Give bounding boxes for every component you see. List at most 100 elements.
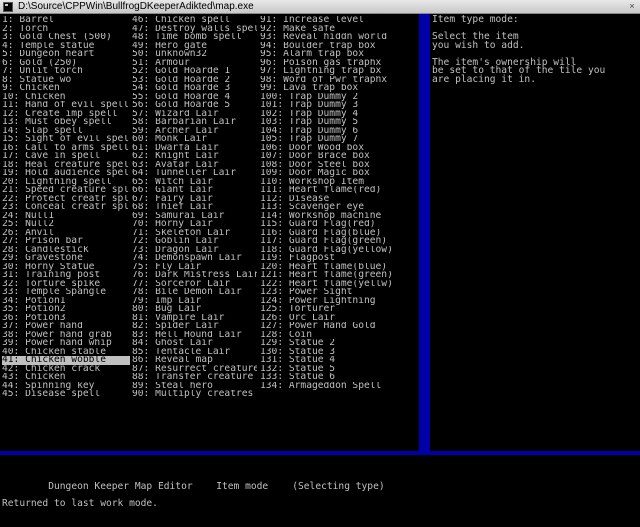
- item-type-option[interactable]: 5: Dungeon heart: [2, 50, 130, 59]
- item-type-option[interactable]: 50: unknown32: [132, 50, 257, 59]
- item-type-option[interactable]: 124: Power Lightning: [260, 297, 420, 306]
- item-type-option[interactable]: 59: Archer Lair: [132, 127, 257, 136]
- item-type-option[interactable]: 92: Make safe: [260, 25, 420, 34]
- item-type-option[interactable]: 17: Cave in spell: [2, 152, 130, 161]
- item-type-option[interactable]: 27: Prison bar: [2, 237, 130, 246]
- item-type-option[interactable]: 13: Must obey spell: [2, 118, 130, 127]
- item-type-option[interactable]: 79: Imp Lair: [132, 297, 257, 306]
- item-type-option[interactable]: 85: Tentacle Lair: [132, 348, 257, 357]
- item-type-option[interactable]: 109: Door Magic box: [260, 169, 420, 178]
- item-type-option[interactable]: 126: Orc Lair: [260, 314, 420, 323]
- item-type-option[interactable]: 102: Trap Dummy 4: [260, 110, 420, 119]
- item-type-option[interactable]: 32: Torture spike: [2, 280, 130, 289]
- item-type-option[interactable]: 91: Increase level: [260, 16, 420, 25]
- item-type-option[interactable]: 133: Statue 6: [260, 373, 420, 382]
- item-type-option[interactable]: 119: Flagpost: [260, 254, 420, 263]
- item-type-option[interactable]: 117: Guard Flag(green): [260, 237, 420, 246]
- item-type-option[interactable]: 23: Conceal creatr spl: [2, 203, 130, 212]
- item-type-option[interactable]: 74: Demonspawn Lair: [132, 254, 257, 263]
- item-type-option[interactable]: 99: Lava trap box: [260, 84, 420, 93]
- item-type-option[interactable]: 66: Giant Lair: [132, 186, 257, 195]
- item-type-option[interactable]: 18: Heal creature spel: [2, 161, 130, 170]
- item-type-option[interactable]: 118: Guard Flag(yellow): [260, 246, 420, 255]
- item-type-option[interactable]: 89: Steal hero: [132, 382, 257, 391]
- item-type-option[interactable]: 111: Heart flame(red): [260, 186, 420, 195]
- item-type-option[interactable]: 43: Chicken: [2, 373, 130, 382]
- item-type-option[interactable]: 52: Gold Hoarde 1: [132, 67, 257, 76]
- item-type-option[interactable]: 7: Unlit torch: [2, 67, 130, 76]
- item-type-option[interactable]: 116: Guard Flag(blue): [260, 229, 420, 238]
- item-type-option[interactable]: 100: Trap Dummy 2: [260, 93, 420, 102]
- item-type-option[interactable]: 19: Hold audience spel: [2, 169, 130, 178]
- item-type-option[interactable]: 51: Armour: [132, 59, 257, 68]
- item-type-option[interactable]: 108: Door Steel box: [260, 161, 420, 170]
- item-type-option[interactable]: 65: Witch Lair: [132, 178, 257, 187]
- item-type-option[interactable]: 131: Statue 4: [260, 356, 420, 365]
- item-type-option[interactable]: 39: Power hand whip: [2, 339, 130, 348]
- item-type-option[interactable]: 42: Chicken crack: [2, 365, 130, 374]
- title-bar[interactable]: D:\Source\CPPWin\BullfrogDKeeperAdikted\…: [0, 0, 640, 14]
- item-type-option[interactable]: 69: Samurai Lair: [132, 212, 257, 221]
- item-type-option[interactable]: 76: Dark Mistress Lair: [132, 271, 257, 280]
- item-type-option[interactable]: 128: Coin: [260, 331, 420, 340]
- item-type-option[interactable]: 78: Bile Demon Lair: [132, 288, 257, 297]
- item-type-option[interactable]: 49: Hero gate: [132, 42, 257, 51]
- item-type-option[interactable]: 68: Thief Lair: [132, 203, 257, 212]
- item-type-option[interactable]: 11: Hand of evil spell: [2, 101, 130, 110]
- item-type-option[interactable]: 101: Trap Dummy 3: [260, 101, 420, 110]
- item-type-option[interactable]: 21: Speed creature spl: [2, 186, 130, 195]
- item-type-option[interactable]: 72: Goblin Lair: [132, 237, 257, 246]
- item-type-option[interactable]: 113: Scavenger eye: [260, 203, 420, 212]
- close-icon[interactable]: ×: [626, 1, 638, 12]
- item-type-option[interactable]: 81: Vampire Lair: [132, 314, 257, 323]
- item-type-option[interactable]: 115: Guard Flag(red): [260, 220, 420, 229]
- item-type-option[interactable]: 46: Chicken spell: [132, 16, 257, 25]
- item-type-option[interactable]: 77: Sorceror Lair: [132, 280, 257, 289]
- item-type-option[interactable]: 36: Potion3: [2, 314, 130, 323]
- item-type-option[interactable]: 30: Horny Statue: [2, 263, 130, 272]
- item-type-option[interactable]: 8: Statue wo: [2, 76, 130, 85]
- item-type-option[interactable]: 45: Disease spell: [2, 390, 130, 399]
- item-type-option[interactable]: 48: Time bomb spell: [132, 33, 257, 42]
- item-type-option[interactable]: 24: Null1: [2, 212, 130, 221]
- item-type-option[interactable]: 29: Gravestone: [2, 254, 130, 263]
- item-type-option[interactable]: 98: Word of Pwr traphx: [260, 76, 420, 85]
- item-type-option[interactable]: 56: Gold Hoarde 5: [132, 101, 257, 110]
- item-type-option[interactable]: 34: Potion1: [2, 297, 130, 306]
- item-type-option[interactable]: 40: Chicken stable: [2, 348, 130, 357]
- item-type-option[interactable]: 93: Reveal hiddn world: [260, 33, 420, 42]
- item-type-option[interactable]: 64: Tunneller Lair: [132, 169, 257, 178]
- item-type-option[interactable]: 6: Gold (250): [2, 59, 130, 68]
- item-type-option[interactable]: 53: Gold Hoarde 2: [132, 76, 257, 85]
- item-type-option[interactable]: 129: Statue 2: [260, 339, 420, 348]
- item-type-option[interactable]: 114: Workshop machine: [260, 212, 420, 221]
- item-type-option[interactable]: 57: Wizard Lair: [132, 110, 257, 119]
- item-type-option[interactable]: 105: Trap Dummy 7: [260, 135, 420, 144]
- item-type-option[interactable]: 2: Torch: [2, 25, 130, 34]
- item-type-option[interactable]: 14: Slap spell: [2, 127, 130, 136]
- item-type-option[interactable]: 35: Potion2: [2, 305, 130, 314]
- item-type-option[interactable]: 4: Temple statue: [2, 42, 130, 51]
- item-type-option[interactable]: 61: Dwarfa Lair: [132, 144, 257, 153]
- item-type-option[interactable]: 60: Monk Lair: [132, 135, 257, 144]
- item-type-option[interactable]: 26: Anvil: [2, 229, 130, 238]
- item-type-option[interactable]: 97: Lightning trap bx: [260, 67, 420, 76]
- item-type-option[interactable]: 88: Transfer creature: [132, 373, 257, 382]
- item-type-option[interactable]: 132: Statue 5: [260, 365, 420, 374]
- item-type-option[interactable]: 86: Reveal map: [132, 356, 257, 365]
- item-type-option[interactable]: 95: Alarm trap box: [260, 50, 420, 59]
- item-type-option[interactable]: 75: Fly Lair: [132, 263, 257, 272]
- item-type-option[interactable]: 94: Boulder trap box: [260, 42, 420, 51]
- item-type-option[interactable]: 62: Knight Lair: [132, 152, 257, 161]
- item-type-option[interactable]: 112: Disease: [260, 195, 420, 204]
- item-type-option[interactable]: 107: Door Brace box: [260, 152, 420, 161]
- item-type-option[interactable]: 28: Candlestick: [2, 246, 130, 255]
- item-type-option[interactable]: 103: Trap Dummy 5: [260, 118, 420, 127]
- item-type-option[interactable]: 87: Resurrect creature: [132, 365, 257, 374]
- item-type-option[interactable]: 67: Fairy Lair: [132, 195, 257, 204]
- item-type-option[interactable]: 122: Heart flame(yellw): [260, 280, 420, 289]
- item-type-option[interactable]: 106: Door Wood box: [260, 144, 420, 153]
- item-type-option[interactable]: 70: Horny Lair: [132, 220, 257, 229]
- item-type-option[interactable]: 63: Avatar Lair: [132, 161, 257, 170]
- item-type-option[interactable]: 1: Barrel: [2, 16, 130, 25]
